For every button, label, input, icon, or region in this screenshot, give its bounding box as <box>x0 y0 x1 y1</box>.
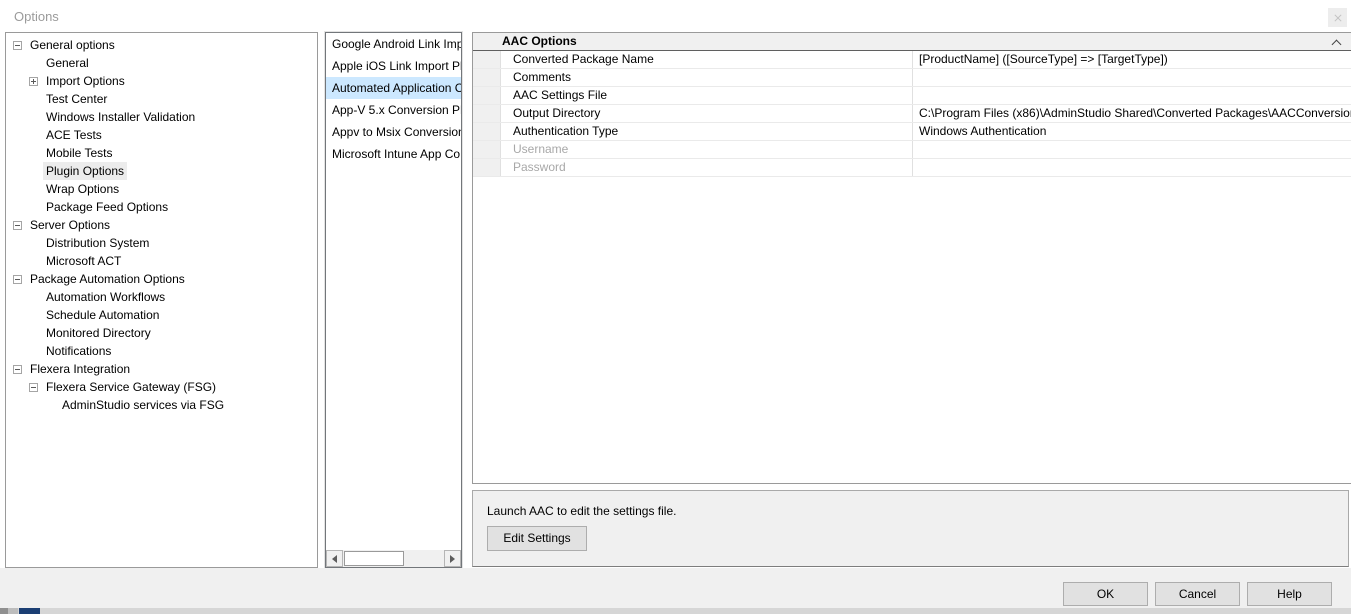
options-tree: General options General Import Options T… <box>5 32 318 568</box>
tree-item-monitored-directory[interactable]: Monitored Directory <box>6 324 317 342</box>
tree-item-package-automation-options[interactable]: Package Automation Options <box>6 270 317 288</box>
tree-item-flexera-integration[interactable]: Flexera Integration <box>6 360 317 378</box>
expand-icon[interactable] <box>29 77 38 86</box>
property-row-username: Username <box>473 141 1351 159</box>
plugin-item-automated-application[interactable]: Automated Application C <box>326 77 461 99</box>
horizontal-scrollbar[interactable] <box>326 550 461 567</box>
aac-options-panel: AAC Options Converted Package Name [Prod… <box>472 32 1351 484</box>
aac-settings-file-value[interactable] <box>913 87 1351 104</box>
close-button[interactable] <box>1328 8 1347 27</box>
arrow-left-icon <box>332 555 337 563</box>
username-value <box>913 141 1351 158</box>
taskbar-block-navy <box>19 608 40 614</box>
collapse-icon[interactable] <box>13 221 22 230</box>
tree-item-adminstudio-services-via-fsg[interactable]: AdminStudio services via FSG <box>6 396 317 414</box>
plugin-item-appv-to-msix[interactable]: Appv to Msix Conversion <box>326 121 461 143</box>
taskbar-block-gray2 <box>8 608 18 614</box>
tree-item-general-options[interactable]: General options <box>6 36 317 54</box>
comments-value[interactable] <box>913 69 1351 86</box>
collapse-icon[interactable] <box>13 275 22 284</box>
group-title: AAC Options <box>502 34 577 48</box>
scroll-left-button[interactable] <box>326 550 343 567</box>
tree-item-automation-workflows[interactable]: Automation Workflows <box>6 288 317 306</box>
plugin-item-apple-ios[interactable]: Apple iOS Link Import Plu <box>326 55 461 77</box>
tree-item-flexera-service-gateway[interactable]: Flexera Service Gateway (FSG) <box>6 378 317 396</box>
tree-item-server-options[interactable]: Server Options <box>6 216 317 234</box>
ok-button[interactable]: OK <box>1063 582 1148 606</box>
tree-item-notifications[interactable]: Notifications <box>6 342 317 360</box>
launch-section: Launch AAC to edit the settings file. Ed… <box>472 490 1349 567</box>
property-row-converted-package-name: Converted Package Name [ProductName] ([S… <box>473 51 1351 69</box>
tree-item-package-feed-options[interactable]: Package Feed Options <box>6 198 317 216</box>
arrow-right-icon <box>450 555 455 563</box>
plugin-listbox: Google Android Link Imp Apple iOS Link I… <box>325 32 462 568</box>
tree-item-schedule-automation[interactable]: Schedule Automation <box>6 306 317 324</box>
password-value <box>913 159 1351 176</box>
tree-item-mobile-tests[interactable]: Mobile Tests <box>6 144 317 162</box>
property-row-authentication-type: Authentication Type Windows Authenticati… <box>473 123 1351 141</box>
tree-item-plugin-options[interactable]: Plugin Options <box>6 162 317 180</box>
titlebar[interactable]: Options <box>0 0 1351 30</box>
tree-item-general[interactable]: General <box>6 54 317 72</box>
scroll-right-button[interactable] <box>444 550 461 567</box>
property-row-output-directory: Output Directory C:\Program Files (x86)\… <box>473 105 1351 123</box>
edit-settings-button[interactable]: Edit Settings <box>487 526 587 551</box>
plugin-item-google-android[interactable]: Google Android Link Imp <box>326 33 461 55</box>
tree-item-microsoft-act[interactable]: Microsoft ACT <box>6 252 317 270</box>
converted-package-name-value[interactable]: [ProductName] ([SourceType] => [TargetTy… <box>913 51 1351 68</box>
cancel-button[interactable]: Cancel <box>1155 582 1240 606</box>
taskbar-block-gray1 <box>0 608 8 614</box>
collapse-icon[interactable] <box>13 365 22 374</box>
tree-item-windows-installer-validation[interactable]: Windows Installer Validation <box>6 108 317 126</box>
tree-item-wrap-options[interactable]: Wrap Options <box>6 180 317 198</box>
launch-note: Launch AAC to edit the settings file. <box>487 504 676 518</box>
tree-item-ace-tests[interactable]: ACE Tests <box>6 126 317 144</box>
window-title: Options <box>14 9 59 24</box>
help-button[interactable]: Help <box>1247 582 1332 606</box>
plugin-item-appv-5x[interactable]: App-V 5.x Conversion Plu <box>326 99 461 121</box>
options-dialog: Options General options General Import O… <box>0 0 1351 614</box>
property-row-aac-settings-file: AAC Settings File <box>473 87 1351 105</box>
property-row-password: Password <box>473 159 1351 177</box>
property-row-comments: Comments <box>473 69 1351 87</box>
close-icon <box>1333 13 1342 22</box>
output-directory-value[interactable]: C:\Program Files (x86)\AdminStudio Share… <box>913 105 1351 122</box>
dialog-button-bar: OK Cancel Help <box>0 568 1351 608</box>
chevron-up-icon[interactable] <box>1333 39 1341 47</box>
tree-item-distribution-system[interactable]: Distribution System <box>6 234 317 252</box>
tree-item-test-center[interactable]: Test Center <box>6 90 317 108</box>
scrollbar-thumb[interactable] <box>344 551 404 566</box>
taskbar-edge <box>0 608 1351 614</box>
plugin-item-microsoft-intune[interactable]: Microsoft Intune App Co <box>326 143 461 165</box>
authentication-type-value[interactable]: Windows Authentication <box>913 123 1351 140</box>
tree-item-import-options[interactable]: Import Options <box>6 72 317 90</box>
collapse-icon[interactable] <box>13 41 22 50</box>
group-header[interactable]: AAC Options <box>473 33 1351 51</box>
collapse-icon[interactable] <box>29 383 38 392</box>
